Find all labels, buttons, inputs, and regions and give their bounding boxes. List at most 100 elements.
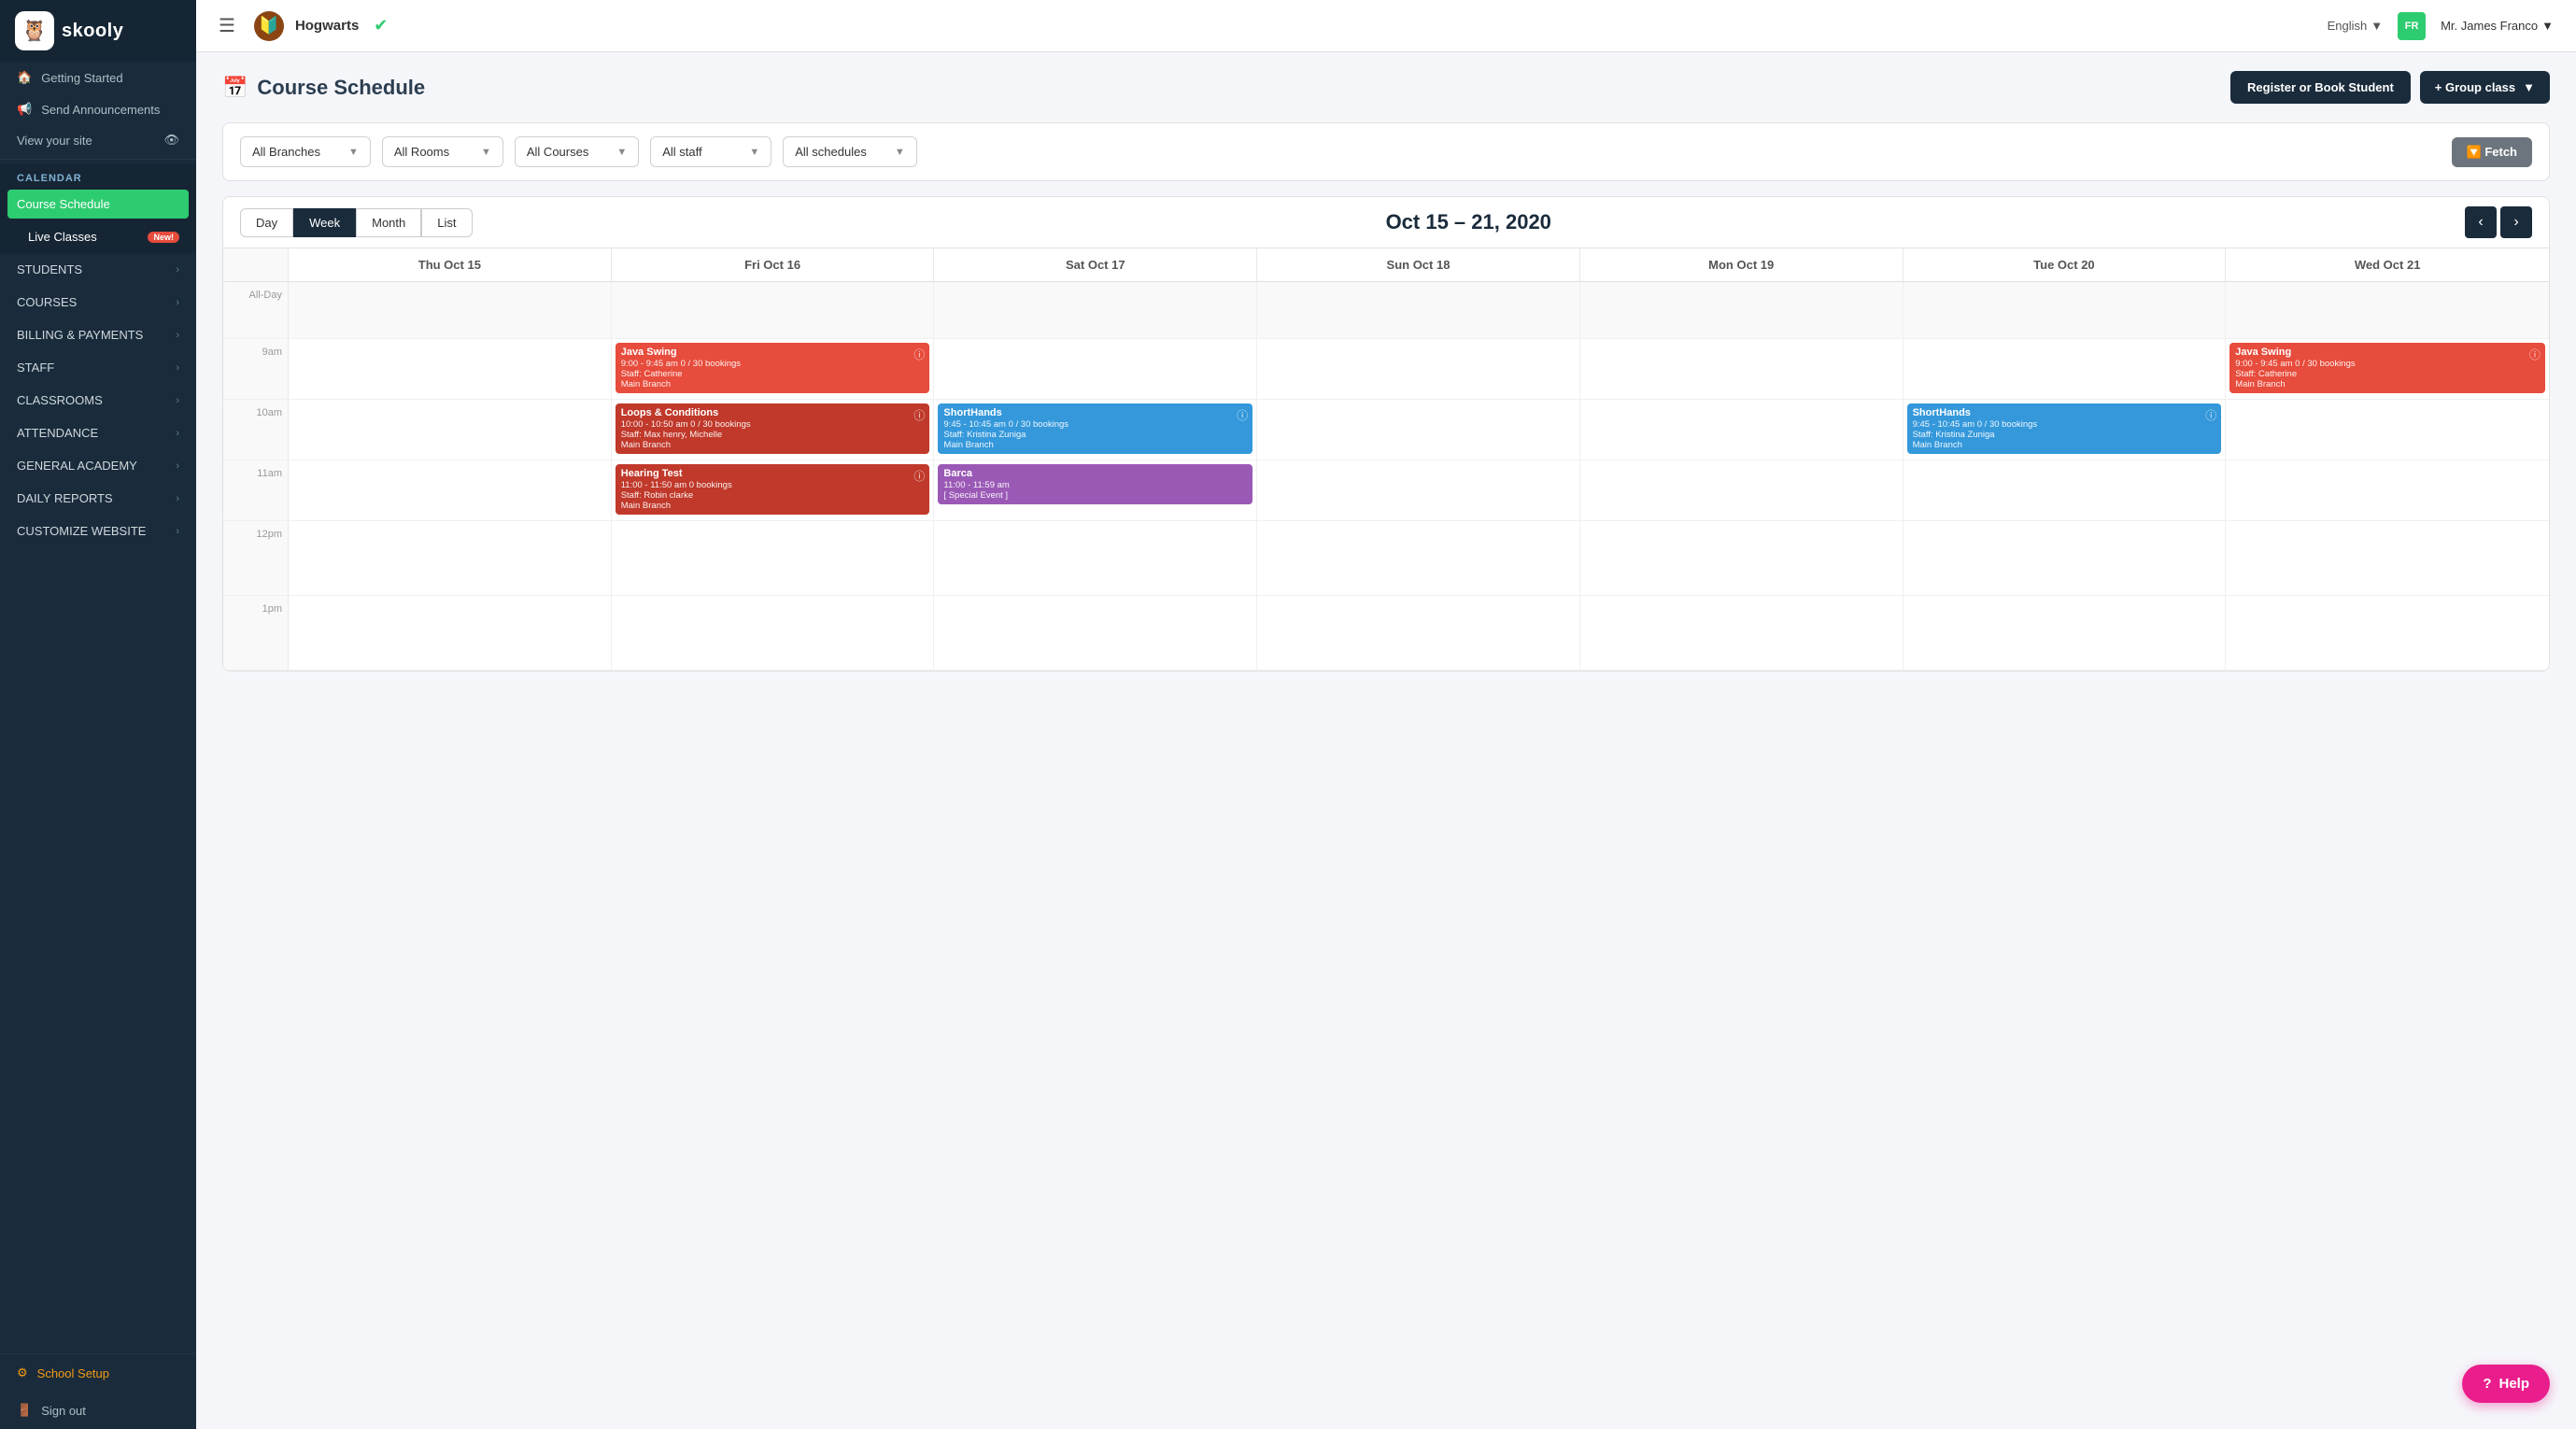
language-selector[interactable]: English ▼ xyxy=(2328,19,2384,33)
sidebar-item-general-academy[interactable]: GENERAL ACADEMY › xyxy=(0,449,196,482)
group-class-button[interactable]: + Group class ▼ xyxy=(2420,71,2550,104)
calendar-section-label: CALENDAR xyxy=(0,163,196,188)
cell-11am-sun xyxy=(1257,460,1580,520)
sidebar-item-live-classes[interactable]: Live Classes New! xyxy=(0,220,196,253)
language-label: English xyxy=(2328,19,2368,33)
chevron-right-icon: › xyxy=(176,460,179,472)
view-day-button[interactable]: Day xyxy=(240,208,293,237)
event-loops-fri[interactable]: ⓘ Loops & Conditions 10:00 - 10:50 am 0 … xyxy=(616,403,930,454)
branches-filter[interactable]: All Branches ▼ xyxy=(240,136,371,167)
cell-11am-tue xyxy=(1904,460,2227,520)
course-schedule-label: Course Schedule xyxy=(17,197,110,211)
cell-1pm-thu xyxy=(289,596,612,670)
event-title: ShortHands xyxy=(1913,407,2216,418)
main-content: ☰ 🔰 Hogwarts ✔ English ▼ FR Mr. James Fr… xyxy=(196,0,2576,1429)
cell-9am-wed[interactable]: ⓘ Java Swing 9:00 - 9:45 am 0 / 30 booki… xyxy=(2226,339,2549,399)
chevron-right-icon: › xyxy=(176,428,179,439)
col-header-sun: Sun Oct 18 xyxy=(1257,248,1580,281)
view-list-button[interactable]: List xyxy=(421,208,472,237)
sign-out-link[interactable]: 🚪 Sign out xyxy=(0,1392,196,1429)
eye-icon: 👁 xyxy=(163,133,179,148)
cell-11am-thu xyxy=(289,460,612,520)
rooms-filter[interactable]: All Rooms ▼ xyxy=(382,136,503,167)
staff-filter[interactable]: All staff ▼ xyxy=(650,136,771,167)
sidebar-item-customize-website[interactable]: CUSTOMIZE WEBSITE › xyxy=(0,515,196,547)
sidebar-item-send-announcements[interactable]: 📢 Send Announcements xyxy=(0,93,196,125)
staff-chevron-icon: ▼ xyxy=(749,147,759,158)
all-day-sun xyxy=(1257,282,1580,338)
next-week-button[interactable]: › xyxy=(2500,206,2532,238)
event-time: 11:00 - 11:50 am 0 bookings xyxy=(621,480,925,490)
all-day-fri xyxy=(612,282,935,338)
sidebar-item-getting-started[interactable]: 🏠 Getting Started xyxy=(0,62,196,93)
sidebar-logo: 🦉 skooly xyxy=(0,0,196,62)
prev-week-button[interactable]: ‹ xyxy=(2465,206,2497,238)
courses-label: All Courses xyxy=(527,145,588,159)
school-setup-link[interactable]: ⚙ School Setup xyxy=(0,1354,196,1392)
all-day-label: All-Day xyxy=(223,282,289,338)
cell-1pm-sat xyxy=(934,596,1257,670)
cell-11am-sat[interactable]: Barca 11:00 - 11:59 am [ Special Event ] xyxy=(934,460,1257,520)
chevron-right-icon: › xyxy=(176,493,179,504)
user-menu[interactable]: Mr. James Franco ▼ xyxy=(2441,19,2554,33)
view-your-site[interactable]: View your site 👁 xyxy=(0,125,196,155)
gear-icon: ⚙ xyxy=(17,1365,28,1380)
time-9am: 9am xyxy=(223,339,289,399)
cell-1pm-mon xyxy=(1580,596,1904,670)
sidebar-item-classrooms[interactable]: CLASSROOMS › xyxy=(0,384,196,417)
page-title: Course Schedule xyxy=(257,76,425,100)
chevron-down-icon: ▼ xyxy=(2371,19,2383,33)
sidebar-item-billing[interactable]: BILLING & PAYMENTS › xyxy=(0,318,196,351)
sidebar-item-course-schedule[interactable]: Course Schedule xyxy=(7,190,189,219)
sidebar-item-students[interactable]: STUDENTS › xyxy=(0,253,196,286)
attendance-label: ATTENDANCE xyxy=(17,426,98,440)
hamburger-icon[interactable]: ☰ xyxy=(219,14,235,37)
staff-label: STAFF xyxy=(17,361,54,375)
event-time: 9:00 - 9:45 am 0 / 30 bookings xyxy=(621,359,925,369)
all-day-row: All-Day xyxy=(223,282,2549,339)
help-button[interactable]: ? Help xyxy=(2462,1365,2550,1403)
cell-12pm-wed xyxy=(2226,521,2549,595)
calendar-title: Oct 15 – 21, 2020 xyxy=(473,210,2466,234)
event-staff: Staff: Kristina Zuniga xyxy=(1913,430,2216,440)
sidebar-bottom: ⚙ School Setup 🚪 Sign out xyxy=(0,1353,196,1429)
event-time: 9:45 - 10:45 am 0 / 30 bookings xyxy=(943,419,1247,430)
chevron-right-icon: › xyxy=(176,330,179,341)
cell-10am-fri[interactable]: ⓘ Loops & Conditions 10:00 - 10:50 am 0 … xyxy=(612,400,935,460)
event-barca-sat[interactable]: Barca 11:00 - 11:59 am [ Special Event ] xyxy=(938,464,1253,504)
cell-12pm-thu xyxy=(289,521,612,595)
sidebar-item-staff[interactable]: STAFF › xyxy=(0,351,196,384)
cell-10am-sat[interactable]: ⓘ ShortHands 9:45 - 10:45 am 0 / 30 book… xyxy=(934,400,1257,460)
view-month-button[interactable]: Month xyxy=(356,208,421,237)
topbar-right: English ▼ FR Mr. James Franco ▼ xyxy=(2328,12,2554,40)
time-11am: 11am xyxy=(223,460,289,520)
register-book-button[interactable]: Register or Book Student xyxy=(2230,71,2411,104)
row-12pm: 12pm xyxy=(223,521,2549,596)
sidebar-item-courses[interactable]: COURSES › xyxy=(0,286,196,318)
event-java-swing-fri[interactable]: ⓘ Java Swing 9:00 - 9:45 am 0 / 30 booki… xyxy=(616,343,930,393)
sidebar-item-daily-reports[interactable]: DAILY REPORTS › xyxy=(0,482,196,515)
help-icon: ? xyxy=(2483,1376,2491,1392)
getting-started-label: Getting Started xyxy=(41,71,122,85)
cell-10am-tue[interactable]: ⓘ ShortHands 9:45 - 10:45 am 0 / 30 book… xyxy=(1904,400,2227,460)
schedules-filter[interactable]: All schedules ▼ xyxy=(783,136,917,167)
cell-9am-fri[interactable]: ⓘ Java Swing 9:00 - 9:45 am 0 / 30 booki… xyxy=(612,339,935,399)
user-avatar: FR xyxy=(2398,12,2426,40)
event-shorthands-sat[interactable]: ⓘ ShortHands 9:45 - 10:45 am 0 / 30 book… xyxy=(938,403,1253,454)
schedules-chevron-icon: ▼ xyxy=(895,147,905,158)
view-week-button[interactable]: Week xyxy=(293,208,356,237)
cell-1pm-fri xyxy=(612,596,935,670)
courses-filter[interactable]: All Courses ▼ xyxy=(515,136,639,167)
event-staff: Staff: Kristina Zuniga xyxy=(943,430,1247,440)
help-label: Help xyxy=(2498,1376,2529,1392)
fetch-button[interactable]: 🔽 Fetch xyxy=(2452,137,2532,167)
group-class-label: + Group class xyxy=(2435,80,2515,94)
col-header-mon: Mon Oct 19 xyxy=(1580,248,1904,281)
event-java-swing-wed[interactable]: ⓘ Java Swing 9:00 - 9:45 am 0 / 30 booki… xyxy=(2229,343,2545,393)
event-hearing-test-fri[interactable]: ⓘ Hearing Test 11:00 - 11:50 am 0 bookin… xyxy=(616,464,930,515)
cell-11am-fri[interactable]: ⓘ Hearing Test 11:00 - 11:50 am 0 bookin… xyxy=(612,460,935,520)
event-branch: Main Branch xyxy=(943,440,1247,450)
event-branch: Main Branch xyxy=(621,379,925,389)
event-shorthands-tue[interactable]: ⓘ ShortHands 9:45 - 10:45 am 0 / 30 book… xyxy=(1907,403,2222,454)
sidebar-item-attendance[interactable]: ATTENDANCE › xyxy=(0,417,196,449)
